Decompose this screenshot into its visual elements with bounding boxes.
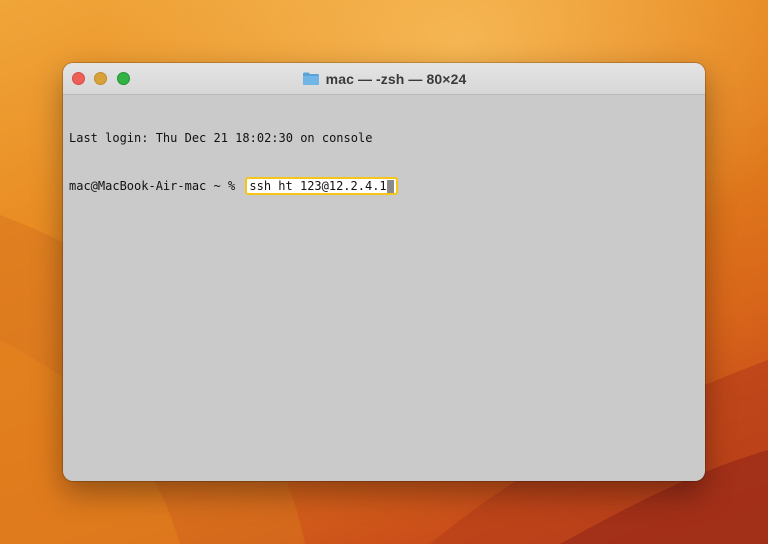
terminal-window: mac — -zsh — 80×24 Last login: Thu Dec 2… — [63, 63, 705, 481]
prompt-text: mac@MacBook-Air-mac ~ % — [69, 179, 243, 193]
terminal-line: mac@MacBook-Air-mac ~ % ssh ht 123@12.2.… — [69, 177, 699, 195]
title-bar[interactable]: mac — -zsh — 80×24 — [63, 63, 705, 95]
window-title: mac — -zsh — 80×24 — [63, 63, 705, 94]
folder-icon — [302, 72, 319, 85]
terminal-line: Last login: Thu Dec 21 18:02:30 on conso… — [69, 130, 699, 146]
last-login-text: Last login: Thu Dec 21 18:02:30 on conso… — [69, 131, 373, 145]
text-cursor — [386, 179, 394, 193]
terminal-content[interactable]: Last login: Thu Dec 21 18:02:30 on conso… — [69, 98, 699, 226]
window-title-text: mac — -zsh — 80×24 — [325, 70, 467, 87]
command-input-highlight[interactable]: ssh ht 123@12.2.4.1 — [245, 177, 398, 195]
command-text: ssh ht 123@12.2.4.1 — [249, 179, 387, 193]
